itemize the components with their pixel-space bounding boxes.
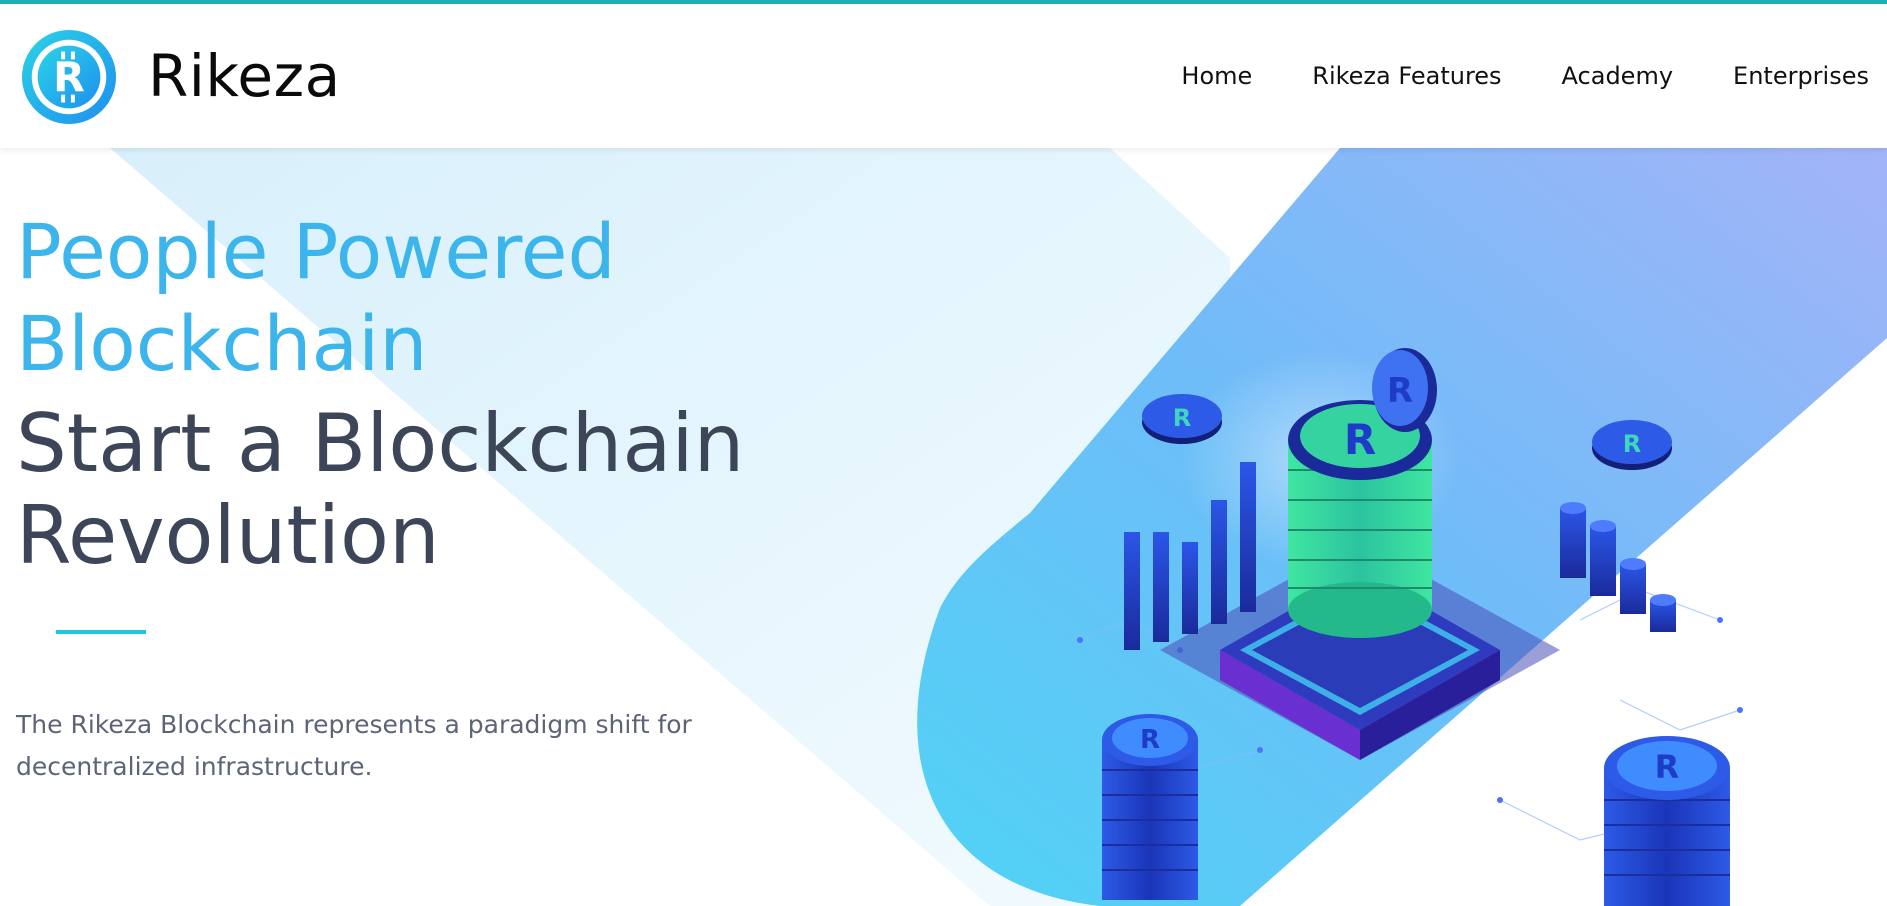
site-header: R Rikeza Home Rikeza Features Academy En… xyxy=(0,4,1887,148)
svg-text:R: R xyxy=(1655,748,1680,786)
nav-academy[interactable]: Academy xyxy=(1562,62,1673,90)
svg-text:R: R xyxy=(1344,415,1376,464)
blue-coin-stack-left: R xyxy=(1102,714,1198,900)
hero-description-line-2: decentralized infrastructure. xyxy=(16,752,373,781)
svg-text:R: R xyxy=(1173,404,1191,432)
nav-enterprises[interactable]: Enterprises xyxy=(1733,62,1869,90)
rikeza-logo-icon[interactable]: R xyxy=(20,28,118,126)
hero-subheadline: Start a Blockchain Revolution xyxy=(16,398,776,582)
svg-text:R: R xyxy=(1623,430,1641,458)
cylinder-chart-right xyxy=(1560,502,1676,632)
hero-subheadline-line-2: Revolution xyxy=(16,489,440,582)
hero-description-line-1: The Rikeza Blockchain represents a parad… xyxy=(16,710,692,739)
main-nav: Home Rikeza Features Academy Enterprises xyxy=(1181,62,1869,90)
floating-coin-right: R xyxy=(1592,420,1672,470)
svg-text:R: R xyxy=(53,54,85,102)
hero-description: The Rikeza Blockchain represents a parad… xyxy=(16,704,806,788)
hero-divider xyxy=(56,630,146,634)
hero-headline-line-1: People Powered xyxy=(16,207,616,296)
hero-headline-line-2: Blockchain xyxy=(16,299,428,388)
svg-text:R: R xyxy=(1387,371,1413,411)
nav-home[interactable]: Home xyxy=(1181,62,1252,90)
blockchain-illustration: R R R R R R xyxy=(1077,348,1743,906)
blue-coin-stack-right: R xyxy=(1604,736,1730,906)
green-coin-stack: R xyxy=(1288,400,1432,638)
svg-text:R: R xyxy=(1140,725,1160,755)
nav-rikeza-features[interactable]: Rikeza Features xyxy=(1312,62,1501,90)
floating-coin-left: R xyxy=(1142,394,1222,444)
hero-subheadline-line-1: Start a Blockchain xyxy=(16,397,745,490)
brand-name[interactable]: Rikeza xyxy=(148,42,341,110)
hero-headline: People Powered Blockchain xyxy=(16,206,776,390)
